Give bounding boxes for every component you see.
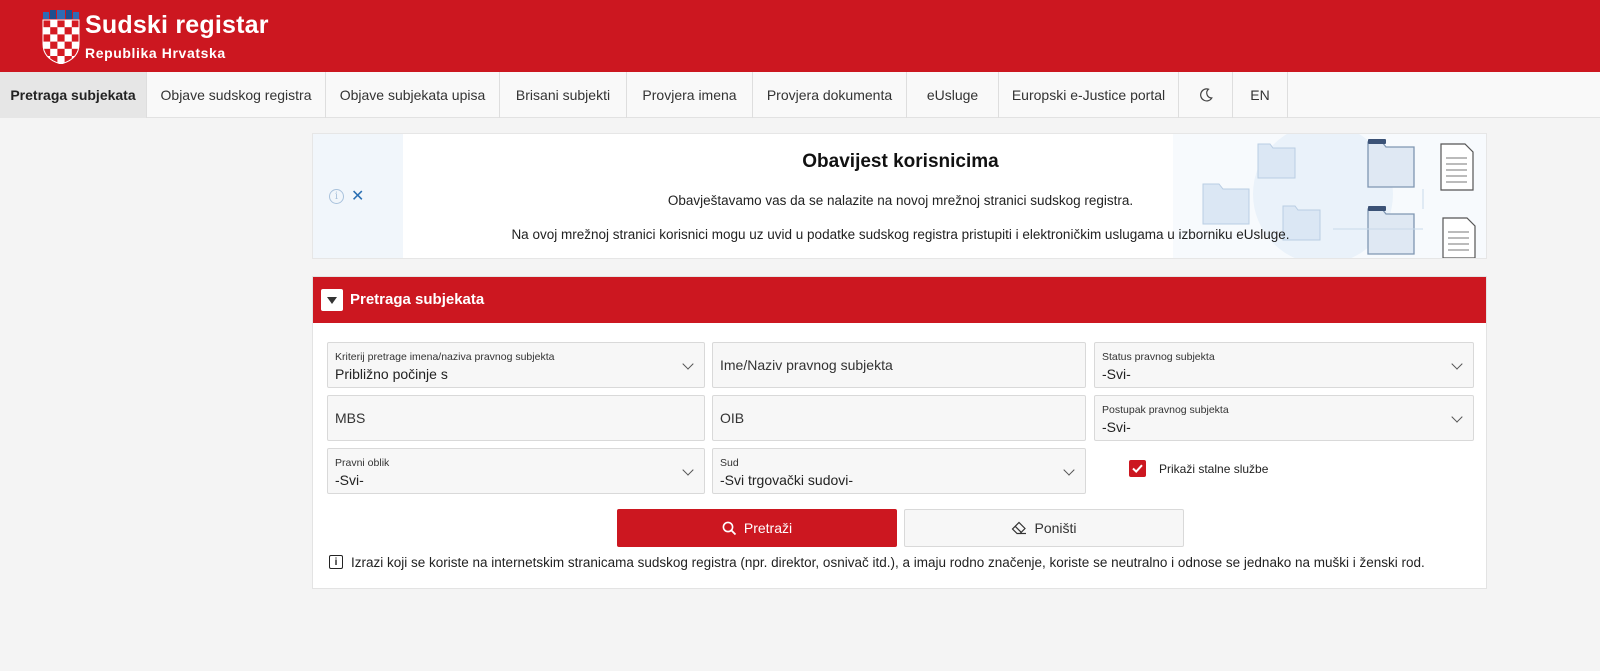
chevron-down-icon	[1451, 411, 1463, 423]
show-permanent-services-checkbox[interactable]	[1129, 460, 1146, 477]
legal-form-label: Pravni oblik	[335, 457, 390, 469]
subject-status-label: Status pravnog subjekta	[1102, 351, 1215, 363]
search-criteria-value: Približno počinje s	[335, 366, 448, 382]
reset-button-label: Poništi	[1034, 520, 1077, 536]
search-button[interactable]: Pretraži	[617, 509, 897, 547]
language-switch-en[interactable]: EN	[1233, 72, 1288, 118]
nav-item-objave-sudskog-registra[interactable]: Objave sudskog registra	[147, 72, 326, 118]
user-notice: i ✕ Obavijest korisnicima Obavještavamo …	[312, 133, 1487, 259]
chevron-down-icon	[1451, 358, 1463, 370]
oib-input[interactable]: OIB	[712, 395, 1086, 441]
search-button-label: Pretraži	[743, 520, 793, 536]
caret-down-icon	[327, 296, 337, 304]
show-permanent-services-label[interactable]: Prikaži stalne službe	[1159, 462, 1268, 476]
moon-icon	[1199, 88, 1213, 102]
reset-button[interactable]: Poništi	[904, 509, 1184, 547]
info-icon: i	[329, 555, 343, 569]
collapse-button[interactable]	[321, 289, 343, 311]
main-nav: Pretraga subjekata Objave sudskog regist…	[0, 72, 1600, 118]
court-value: -Svi trgovački sudovi-	[720, 472, 854, 488]
nav-item-europski-e-justice-portal[interactable]: Europski e-Justice portal	[999, 72, 1179, 118]
court-select[interactable]: Sud -Svi trgovački sudovi-	[712, 448, 1086, 494]
gender-neutral-note: Izrazi koji se koriste na internetskim s…	[351, 555, 1425, 570]
subject-procedure-label: Postupak pravnog subjekta	[1102, 404, 1229, 416]
mbs-input[interactable]: MBS	[327, 395, 705, 441]
subject-name-input[interactable]: Ime/Naziv pravnog subjekta	[712, 342, 1086, 388]
search-panel: Pretraga subjekata Kriterij pretrage ime…	[312, 276, 1487, 589]
notice-text-line1: Obavještavamo vas da se nalazite na novo…	[667, 193, 1134, 208]
notice-title: Obavijest korisnicima	[802, 151, 999, 172]
subject-status-select[interactable]: Status pravnog subjekta -Svi-	[1094, 342, 1474, 388]
chevron-down-icon	[682, 358, 694, 370]
legal-form-select[interactable]: Pravni oblik -Svi-	[327, 448, 705, 494]
dark-mode-toggle[interactable]	[1179, 72, 1233, 118]
search-criteria-label: Kriterij pretrage imena/naziva pravnog s…	[335, 351, 555, 363]
app-subtitle: Republika Hrvatska	[85, 45, 226, 61]
nav-item-eusluge[interactable]: eUsluge	[907, 72, 999, 118]
nav-item-provjera-imena[interactable]: Provjera imena	[627, 72, 753, 118]
subject-status-value: -Svi-	[1102, 366, 1131, 382]
search-criteria-select[interactable]: Kriterij pretrage imena/naziva pravnog s…	[327, 342, 705, 388]
subject-name-placeholder: Ime/Naziv pravnog subjekta	[720, 357, 893, 373]
eraser-icon	[1011, 521, 1027, 535]
notice-text-line2: Na ovoj mrežnoj stranici korisnici mogu …	[511, 227, 1290, 242]
subject-procedure-value: -Svi-	[1102, 419, 1131, 435]
subject-procedure-select[interactable]: Postupak pravnog subjekta -Svi-	[1094, 395, 1474, 441]
mbs-placeholder: MBS	[335, 410, 366, 426]
nav-item-brisani-subjekti[interactable]: Brisani subjekti	[500, 72, 627, 118]
coat-of-arms-logo[interactable]	[42, 10, 80, 64]
search-panel-title: Pretraga subjekata	[350, 291, 485, 308]
legal-form-value: -Svi-	[335, 472, 364, 488]
header: Sudski registar Republika Hrvatska	[0, 0, 1600, 72]
checkmark-icon	[1132, 464, 1143, 474]
chevron-down-icon	[1063, 464, 1075, 476]
court-label: Sud	[720, 457, 739, 469]
oib-placeholder: OIB	[720, 410, 745, 426]
search-panel-header[interactable]: Pretraga subjekata	[313, 277, 1486, 323]
app-title[interactable]: Sudski registar	[85, 11, 269, 40]
chevron-down-icon	[682, 464, 694, 476]
search-icon	[722, 521, 737, 536]
nav-item-provjera-dokumenta[interactable]: Provjera dokumenta	[753, 72, 907, 118]
nav-item-objave-subjekata-upisa[interactable]: Objave subjekata upisa	[326, 72, 500, 118]
nav-item-pretraga-subjekata[interactable]: Pretraga subjekata	[0, 72, 147, 118]
